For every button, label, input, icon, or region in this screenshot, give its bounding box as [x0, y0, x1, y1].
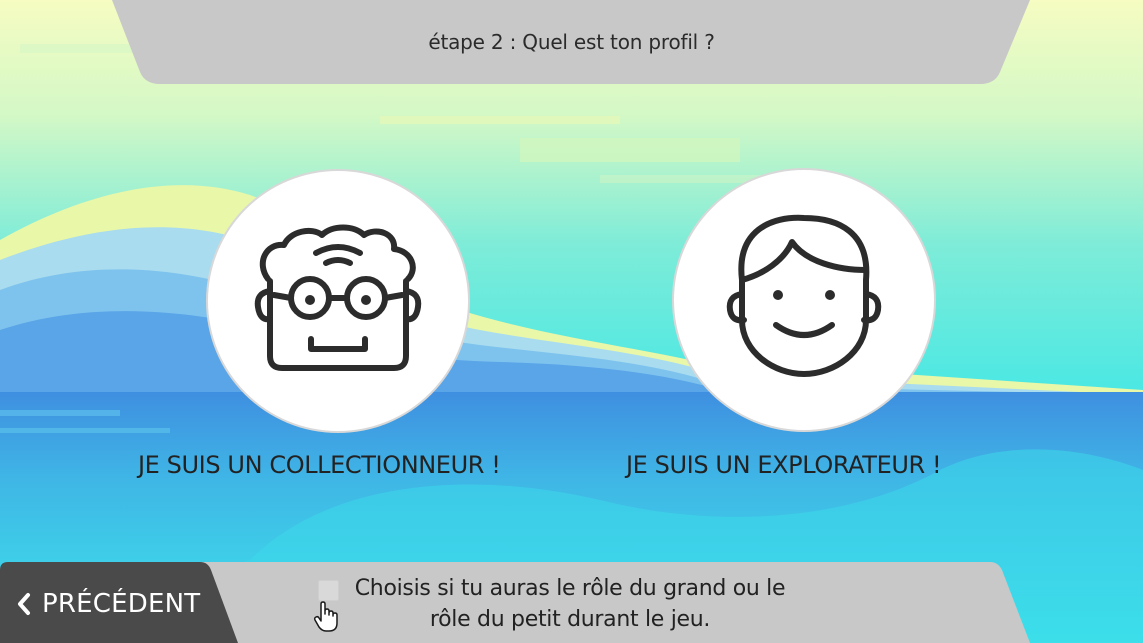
collector-profile-button[interactable]	[208, 171, 468, 431]
instruction-text: Choisis si tu auras le rôle du grand ou …	[340, 573, 800, 635]
boy-face-icon	[726, 214, 882, 377]
collector-profile-label[interactable]: JE SUIS UN COLLECTIONNEUR !	[138, 451, 501, 479]
previous-button-label[interactable]: PRÉCÉDENT	[42, 589, 200, 619]
instruction-line-2: rôle du petit durant le jeu.	[429, 607, 711, 632]
background-landscape	[0, 0, 1143, 643]
grandpa-face-icon	[254, 224, 422, 371]
instruction-line-1: Choisis si tu auras le rôle du grand ou …	[354, 576, 786, 601]
explorer-profile-button[interactable]	[674, 170, 934, 430]
chevron-left-icon	[18, 593, 30, 615]
hand-cursor-icon	[313, 601, 338, 632]
explorer-profile-label[interactable]: JE SUIS UN EXPLORATEUR !	[626, 451, 942, 479]
hint-checkbox[interactable]	[318, 580, 339, 601]
step-title: étape 2 : Quel est ton profil ?	[428, 30, 715, 54]
